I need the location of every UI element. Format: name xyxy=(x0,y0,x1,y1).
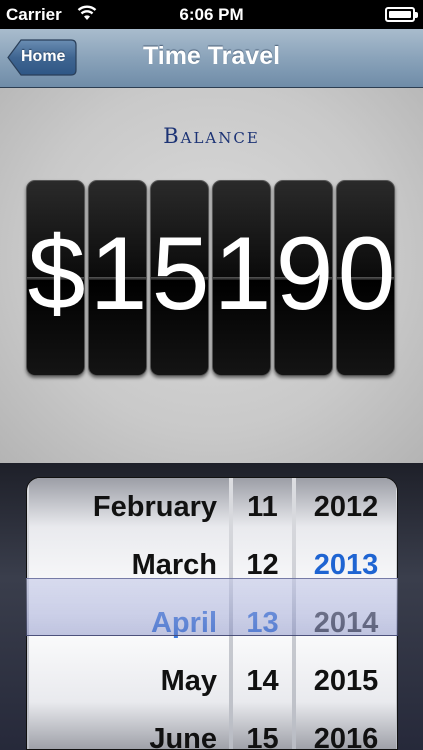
day-option[interactable]: 14 xyxy=(233,652,292,710)
month-option[interactable]: May xyxy=(29,652,229,710)
month-option[interactable]: June xyxy=(29,710,229,749)
year-option[interactable]: 2015 xyxy=(296,652,396,710)
balance-label: Balance xyxy=(163,124,260,148)
day-option[interactable]: 11 xyxy=(233,478,292,536)
balance-flip-display: $ 1 5 1 9 0 xyxy=(26,180,396,376)
flip-digit: $ xyxy=(26,180,85,376)
flip-digit: 9 xyxy=(274,180,333,376)
flip-digit: 1 xyxy=(212,180,271,376)
navigation-bar: Home Time Travel xyxy=(0,29,423,88)
status-time: 6:06 PM xyxy=(179,5,244,24)
picker-selection-indicator xyxy=(26,578,398,636)
page-title: Time Travel xyxy=(142,42,281,70)
flip-digit: 5 xyxy=(150,180,209,376)
flip-digit-char: 1 xyxy=(213,216,271,332)
status-bar: Carrier 6:06 PM xyxy=(0,0,423,29)
balance-panel: Balance $ 1 5 1 9 0 xyxy=(0,88,423,463)
year-option[interactable]: 2016 xyxy=(296,710,396,749)
flip-digit-char: 1 xyxy=(89,216,147,332)
flip-digit: 0 xyxy=(336,180,395,376)
battery-icon xyxy=(385,7,418,22)
flip-digit-char: 5 xyxy=(151,216,209,332)
day-option[interactable]: 15 xyxy=(233,710,292,749)
flip-digit-char: $ xyxy=(27,216,85,332)
flip-digit-char: 0 xyxy=(337,216,395,332)
year-option[interactable]: 2012 xyxy=(296,478,396,536)
month-option[interactable]: February xyxy=(29,478,229,536)
flip-digit-char: 9 xyxy=(275,216,333,332)
flip-digit: 1 xyxy=(88,180,147,376)
